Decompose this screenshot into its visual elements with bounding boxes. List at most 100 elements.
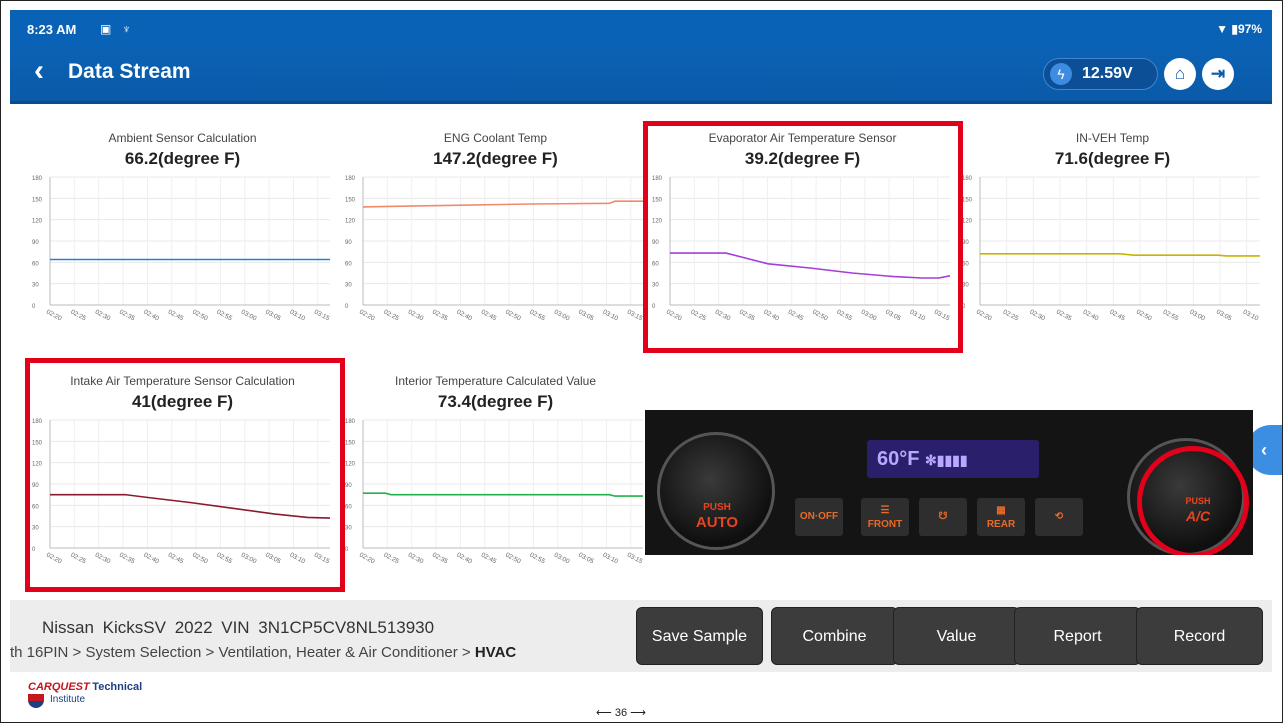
y-tick-label: 30: [345, 526, 352, 532]
front-label: FRONT: [867, 519, 903, 530]
y-tick-label: 60: [962, 261, 969, 267]
x-tick-label: 03:00: [1188, 309, 1206, 323]
x-tick-label: 03:10: [289, 309, 307, 323]
x-tick-label: 03:10: [602, 552, 620, 566]
combine-button[interactable]: Combine: [771, 607, 898, 665]
status-bar: 8:23 AM ▣ ♆ ▼ ▮97%: [10, 10, 1272, 46]
x-tick-label: 02:35: [431, 309, 449, 323]
y-tick-label: 180: [345, 419, 356, 425]
air-flow-button-photo: ☋: [919, 498, 967, 536]
app-header: ‹ Data Stream ϟ 12.59V ⌂ ⇥: [10, 46, 1272, 104]
chart-value: 73.4(degree F): [437, 392, 554, 411]
save-sample-button[interactable]: Save Sample: [636, 607, 763, 665]
chart-eng-coolant-temp[interactable]: ENG Coolant Temp 147.2(degree F) 0 30 60 90…: [343, 107, 648, 327]
line-chart-plot: 0 30 60 90 120 150 180 02:20 02:25 02:30 02:35 02:4…: [345, 176, 644, 323]
y-tick-label: 150: [345, 440, 356, 446]
x-tick-label: 02:50: [191, 309, 209, 323]
on-off-button-photo: ON·OFF: [795, 498, 843, 536]
back-button[interactable]: ‹: [34, 56, 44, 86]
rear-label: REAR: [986, 519, 1016, 530]
y-tick-label: 0: [345, 547, 349, 553]
highlight-circle-ac: [1137, 446, 1249, 555]
battery-voltage-badge: ϟ 12.59V: [1043, 58, 1158, 90]
climate-lcd: 60°F ✻▮▮▮▮: [867, 440, 1039, 478]
line-chart-plot: 0 30 60 90 120 150 180 02:20 02:25 02:30 02:35 02:4…: [345, 419, 644, 566]
status-time: 8:23 AM: [27, 22, 77, 37]
y-tick-label: 30: [345, 283, 352, 289]
chart-ambient-sensor[interactable]: Ambient Sensor Calculation 66.2(degree F…: [30, 107, 335, 327]
x-tick-label: 02:55: [215, 309, 233, 323]
y-tick-label: 150: [32, 197, 43, 203]
y-tick-label: 60: [345, 504, 352, 510]
y-tick-label: 30: [962, 283, 969, 289]
value-button[interactable]: Value: [893, 607, 1020, 665]
x-tick-label: 02:25: [1002, 309, 1020, 323]
x-tick-label: 02:55: [528, 309, 546, 323]
y-tick-label: 90: [962, 240, 969, 246]
y-tick-label: 60: [32, 261, 39, 267]
x-tick-label: 02:40: [455, 309, 473, 323]
y-tick-label: 120: [345, 219, 356, 225]
x-tick-label: 02:35: [1055, 309, 1073, 323]
x-tick-label: 03:00: [240, 309, 258, 323]
vehicle-info: Nissan KicksSV 2022 VIN 3N1CP5CV8NL51393…: [42, 618, 435, 637]
y-tick-label: 90: [32, 240, 39, 246]
x-tick-label: 02:45: [480, 552, 498, 566]
record-button[interactable]: Record: [1136, 607, 1263, 665]
rear-defrost-button-photo: ▦ REAR: [977, 498, 1025, 536]
x-tick-label: 02:50: [504, 309, 522, 323]
x-tick-label: 02:55: [528, 552, 546, 566]
x-tick-label: 02:25: [382, 552, 400, 566]
x-tick-label: 03:15: [313, 309, 331, 323]
page-number: ⟵ 36 ⟶: [596, 706, 646, 719]
push-label: PUSH: [703, 502, 731, 513]
x-tick-label: 02:30: [407, 309, 425, 323]
y-tick-label: 180: [962, 176, 973, 182]
battery-percent: 97%: [1237, 22, 1262, 36]
chevron-left-icon: ‹: [1261, 440, 1267, 460]
battery-icon: ▮: [1231, 22, 1238, 36]
home-button[interactable]: ⌂: [1164, 58, 1196, 90]
page-number-value: 36: [614, 707, 628, 719]
line-chart-plot: 0 30 60 90 120 150 180 02:20 02:25 02:30 02:35 02:4…: [32, 176, 331, 323]
auto-label: AUTO: [695, 514, 739, 531]
x-tick-label: 02:35: [118, 309, 136, 323]
x-tick-label: 02:20: [358, 552, 376, 566]
chevron-left-icon: ‹: [34, 54, 44, 87]
rear-defrost-icon: ▦: [996, 505, 1006, 516]
stethoscope-icon: ♆: [122, 22, 131, 36]
x-tick-label: 03:10: [1242, 309, 1260, 323]
x-tick-label: 02:30: [1028, 309, 1046, 323]
logo-tech: Technical: [92, 681, 143, 693]
fan-level-icon: ✻▮▮▮▮: [925, 452, 968, 468]
lcd-temperature: 60°F: [877, 448, 920, 470]
x-tick-label: 03:00: [553, 552, 571, 566]
y-tick-label: 180: [32, 176, 43, 182]
series-line: [363, 492, 643, 497]
chart-interior-temp[interactable]: Interior Temperature Calculated Value 73…: [343, 350, 648, 570]
report-button[interactable]: Report: [1014, 607, 1141, 665]
logo-institute: Institute: [50, 694, 86, 705]
exit-button[interactable]: ⇥: [1202, 58, 1234, 90]
breadcrumb-current: HVAC: [474, 644, 517, 661]
y-tick-label: 180: [345, 176, 356, 182]
x-tick-label: 02:25: [382, 309, 400, 323]
battery-status: ▼ ▮97%: [1216, 22, 1262, 36]
chart-label: Ambient Sensor Calculation: [108, 131, 257, 145]
y-tick-label: 30: [32, 283, 39, 289]
x-tick-label: 02:40: [455, 552, 473, 566]
x-tick-label: 02:40: [1082, 309, 1100, 323]
chart-value: 147.2(degree F): [433, 149, 558, 168]
x-tick-label: 02:55: [1162, 309, 1180, 323]
x-tick-label: 02:20: [358, 309, 376, 323]
x-tick-label: 03:05: [577, 552, 595, 566]
chart-label: ENG Coolant Temp: [443, 131, 548, 145]
lightning-icon: ϟ: [1050, 63, 1072, 85]
chart-label: IN-VEH Temp: [1075, 131, 1150, 145]
highlight-box-intake: [25, 358, 345, 592]
chart-in-veh-temp[interactable]: IN-VEH Temp 71.6(degree F) 0 30 60 90 120 150…: [960, 107, 1265, 327]
x-tick-label: 02:45: [1108, 309, 1126, 323]
chart-label: Interior Temperature Calculated Value: [395, 374, 596, 388]
x-tick-label: 02:45: [480, 309, 498, 323]
gallery-icon: ▣: [100, 22, 112, 36]
